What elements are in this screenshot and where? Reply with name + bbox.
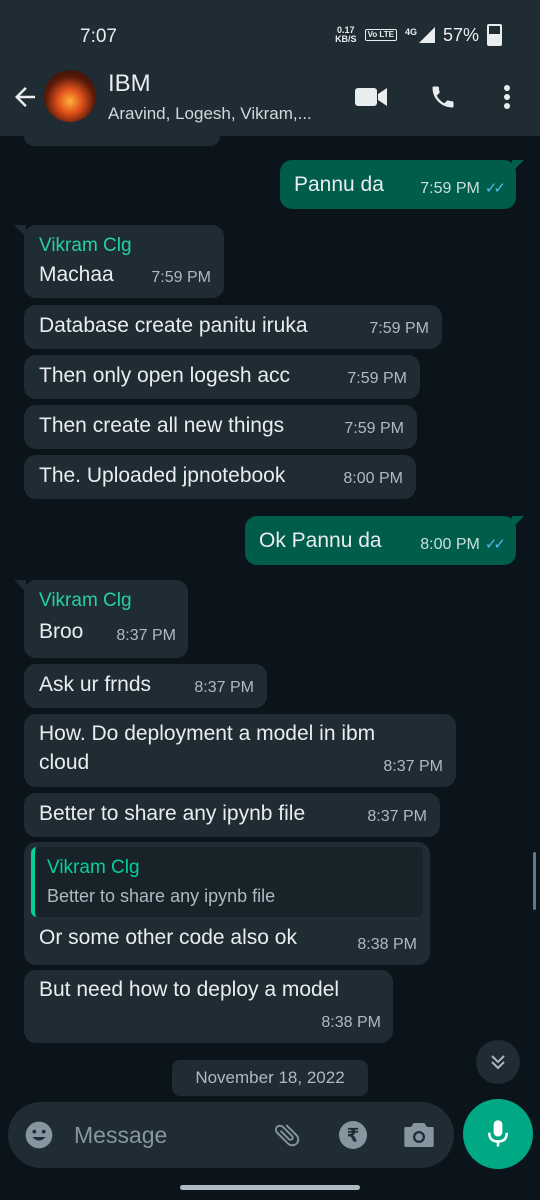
read-receipt-icon: ✓✓	[484, 536, 506, 553]
incoming-message[interactable]: Vikram Clg Broo 8:37 PM	[24, 580, 188, 658]
date-chip: November 18, 2022	[172, 1060, 368, 1096]
message-time: 8:37 PM	[194, 679, 254, 696]
incoming-message[interactable]: Database create panitu iruka 7:59 PM	[24, 305, 442, 349]
message-text: The. Uploaded jpnotebook	[39, 464, 286, 487]
message-text: Machaa	[39, 263, 114, 286]
outgoing-message[interactable]: Ok Pannu da 8:00 PM ✓✓	[245, 516, 516, 565]
emoji-icon[interactable]	[22, 1118, 56, 1152]
status-time: 7:07	[80, 26, 117, 47]
message-text: Ask ur frnds	[39, 673, 152, 696]
incoming-message[interactable]: Ask ur frnds 8:37 PM	[24, 664, 267, 708]
chat-area[interactable]: Pannu da 7:59 PM ✓✓ Vikram Clg Machaa 7:5…	[0, 136, 540, 1100]
attachment-icon[interactable]	[270, 1118, 304, 1152]
message-input[interactable]	[72, 1114, 256, 1156]
voice-message-button[interactable]	[463, 1099, 533, 1169]
battery-percent: 57%	[442, 24, 479, 45]
message-time: 7:59 PM	[420, 180, 480, 197]
message-time: 7:59 PM	[347, 370, 407, 387]
message-time: 8:37 PM	[383, 758, 443, 775]
incoming-message[interactable]: Better to share any ipynb file 8:37 PM	[24, 793, 440, 837]
message-text-line1: How. Do deployment a model in ibm	[39, 722, 376, 745]
chat-header: IBM Aravind, Logesh, Vikram,...	[0, 66, 540, 136]
message-text: Then create all new things	[39, 414, 285, 437]
voice-call-icon[interactable]	[426, 80, 460, 114]
message-time: 7:59 PM	[344, 420, 404, 437]
message-text: Or some other code also ok	[39, 926, 297, 949]
message-time: 7:59 PM	[151, 269, 211, 286]
sender-name[interactable]: Vikram Clg	[39, 586, 173, 615]
message-time: 8:37 PM	[367, 808, 427, 825]
message-meta: 8:00 PM ✓✓	[420, 530, 506, 559]
incoming-message[interactable]: Then only open logesh acc 7:59 PM	[24, 355, 420, 399]
status-icons: 0.17 KB/S Vo LTE 4G 57%	[335, 24, 502, 46]
payment-rupee-icon[interactable]: ₹	[336, 1118, 370, 1152]
volte-icon: Vo LTE	[364, 29, 397, 41]
message-text: Ok Pannu da	[259, 529, 382, 552]
previous-message-bubble	[24, 136, 220, 146]
message-text: But need how to deploy a model	[39, 978, 340, 1001]
status-bar: 7:07 0.17 KB/S Vo LTE 4G 57%	[0, 0, 540, 70]
home-indicator[interactable]	[180, 1185, 360, 1190]
network-speed: 0.17 KB/S	[335, 26, 357, 44]
back-arrow-icon[interactable]	[10, 82, 40, 112]
battery-icon	[487, 24, 502, 46]
group-participants[interactable]: Aravind, Logesh, Vikram,...	[108, 104, 312, 124]
quoted-sender: Vikram Clg	[47, 857, 140, 878]
incoming-message[interactable]: The. Uploaded jpnotebook 8:00 PM	[24, 455, 416, 499]
sender-name[interactable]: Vikram Clg	[39, 231, 209, 260]
message-text-line2: cloud	[39, 751, 90, 774]
incoming-message[interactable]: Then create all new things 7:59 PM	[24, 405, 417, 449]
bubble-tail	[512, 516, 524, 528]
message-text: Then only open logesh acc	[39, 364, 291, 387]
bubble-tail	[512, 160, 524, 172]
double-chevron-down-icon	[491, 1055, 505, 1070]
scroll-to-bottom-button[interactable]	[476, 1040, 520, 1084]
incoming-reply-message[interactable]: Vikram Clg Better to share any ipynb fil…	[24, 842, 430, 965]
group-name[interactable]: IBM	[108, 70, 151, 98]
more-options-icon[interactable]	[490, 80, 524, 114]
message-time: 7:59 PM	[369, 320, 429, 337]
quoted-text: Better to share any ipynb file	[47, 886, 276, 906]
group-avatar[interactable]	[44, 70, 96, 122]
message-time: 8:00 PM	[420, 536, 480, 553]
message-text: Database create panitu iruka	[39, 314, 308, 337]
message-text: Better to share any ipynb file	[39, 802, 306, 825]
message-time: 8:00 PM	[343, 470, 403, 487]
message-time: 8:37 PM	[116, 627, 176, 644]
incoming-message[interactable]: Vikram Clg Machaa 7:59 PM	[24, 225, 224, 298]
quoted-message[interactable]: Vikram Clg Better to share any ipynb fil…	[31, 847, 423, 917]
video-call-icon[interactable]	[354, 80, 388, 114]
message-text: Pannu da	[294, 173, 384, 196]
message-composer: ₹	[8, 1102, 454, 1168]
camera-icon[interactable]	[402, 1118, 436, 1152]
microphone-icon	[488, 1120, 508, 1147]
svg-text:₹: ₹	[347, 1126, 360, 1147]
message-meta: 7:59 PM ✓✓	[420, 174, 506, 203]
message-time: 8:38 PM	[321, 1014, 381, 1031]
network-type: 4G	[404, 27, 417, 37]
scrollbar[interactable]	[533, 852, 536, 910]
message-time: 8:38 PM	[357, 936, 417, 953]
read-receipt-icon: ✓✓	[484, 180, 506, 197]
incoming-message[interactable]: How. Do deployment a model in ibm cloud …	[24, 714, 456, 787]
incoming-message[interactable]: But need how to deploy a model 8:38 PM	[24, 970, 393, 1043]
outgoing-message[interactable]: Pannu da 7:59 PM ✓✓	[280, 160, 516, 209]
network-speed-unit: KB/S	[335, 34, 357, 44]
signal-icon: 4G	[405, 27, 435, 43]
